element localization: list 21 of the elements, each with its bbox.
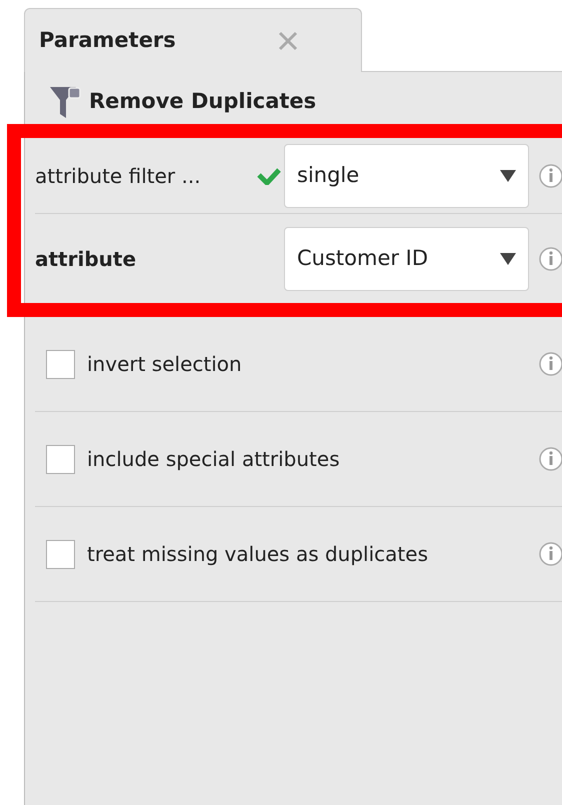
caret-icon [500, 252, 516, 264]
checkbox-label: treat missing values as duplicates [87, 541, 428, 568]
checkbox[interactable] [46, 350, 75, 378]
checkbox-label: invert selection [87, 351, 242, 378]
checkbox-label: include special attributes [87, 446, 340, 473]
checkbox[interactable] [46, 444, 75, 474]
funnel-icon [49, 86, 81, 118]
checkbox[interactable] [46, 540, 75, 568]
info-icon [539, 164, 562, 188]
parameter-label: attribute filter ... [35, 162, 202, 190]
close-icon[interactable] [277, 30, 299, 52]
info-icon [539, 352, 562, 376]
dropdown[interactable]: Customer ID [284, 226, 529, 290]
parameter-label: attribute [35, 246, 138, 272]
info-icon [539, 246, 562, 270]
caret-icon [500, 170, 516, 182]
dropdown[interactable]: single [284, 144, 529, 208]
operator-title: Remove Duplicates [89, 88, 316, 116]
info-icon [539, 447, 562, 471]
info-icon [539, 542, 562, 566]
parameters-tab[interactable]: Parameters [24, 8, 362, 72]
